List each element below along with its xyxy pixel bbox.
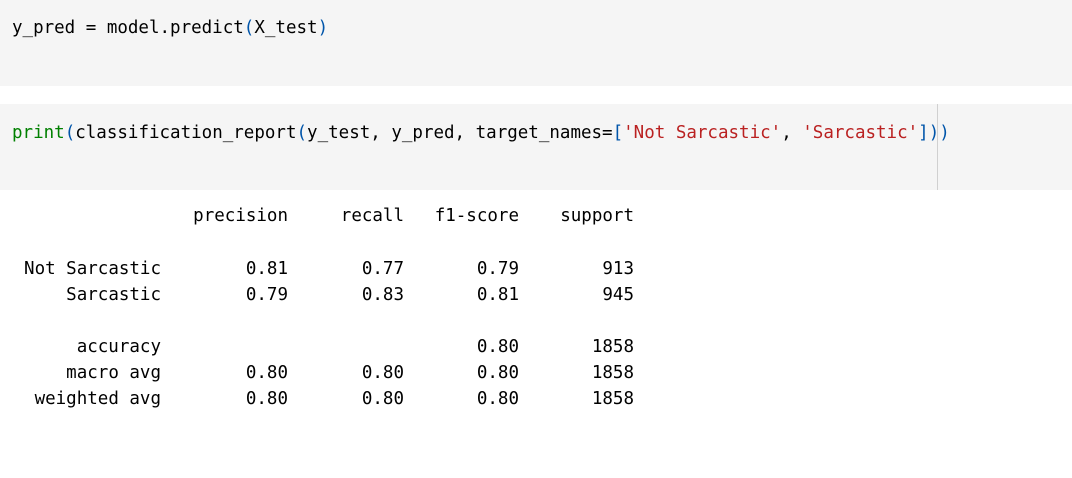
row-precision: 0.81 (245, 259, 288, 279)
code-token: ( (296, 123, 308, 143)
row-support: 1858 (591, 389, 634, 409)
text-cursor (937, 104, 938, 190)
row-f1: 0.81 (476, 285, 519, 305)
row-label: weighted avg (34, 389, 161, 409)
code-token: [ (612, 123, 624, 143)
header-f1: f1-score (434, 206, 519, 226)
code-line-report[interactable]: print(classification_report(y_test, y_pr… (12, 122, 950, 144)
row-support: 1858 (591, 363, 634, 383)
code-cell-predict[interactable] (0, 0, 1072, 86)
row-recall: 0.80 (361, 363, 404, 383)
report-row: macro avg 0.80 0.80 0.80 1858 (0, 361, 634, 385)
report-row: Not Sarcastic 0.81 0.77 0.79 913 (0, 257, 634, 281)
report-row: weighted avg 0.80 0.80 0.80 1858 (0, 387, 634, 411)
row-label: Not Sarcastic (24, 259, 161, 279)
code-line-predict[interactable]: y_pred = model.predict(X_test) (12, 17, 328, 39)
row-label: accuracy (76, 337, 161, 357)
row-recall: 0.80 (361, 389, 404, 409)
row-f1: 0.79 (476, 259, 519, 279)
code-token: 'Sarcastic' (802, 123, 919, 143)
row-recall: 0.77 (361, 259, 404, 279)
cell-output: precision recall f1-score support Not Sa… (0, 196, 1072, 478)
report-row: Sarcastic 0.79 0.83 0.81 945 (0, 283, 634, 307)
code-token: ( (64, 123, 76, 143)
code-token: ] (918, 123, 929, 143)
header-recall: recall (340, 206, 404, 226)
header-support: support (560, 206, 634, 226)
code-token: y_pred = model.predict (12, 18, 244, 38)
code-token: )) (928, 123, 950, 143)
code-token: print (12, 123, 65, 143)
row-f1: 0.80 (476, 389, 519, 409)
code-token: ( (243, 18, 255, 38)
code-token: ) (317, 18, 329, 38)
header-precision: precision (193, 206, 288, 226)
code-token: y_test, y_pred, target_names= (307, 123, 613, 143)
code-token: , (781, 123, 803, 143)
code-token: 'Not Sarcastic' (623, 123, 782, 143)
row-precision: 0.80 (245, 389, 288, 409)
code-token: X_test (254, 18, 318, 38)
row-support: 913 (602, 259, 634, 279)
row-precision: 0.80 (245, 363, 288, 383)
row-support: 1858 (591, 337, 634, 357)
report-row: accuracy 0.80 1858 (0, 335, 634, 359)
row-recall: 0.83 (361, 285, 404, 305)
row-f1: 0.80 (476, 363, 519, 383)
row-precision: 0.79 (245, 285, 288, 305)
code-token: classification_report (75, 123, 297, 143)
row-support: 945 (602, 285, 634, 305)
row-label: macro avg (66, 363, 161, 383)
code-cell-report[interactable] (0, 104, 1072, 190)
row-f1: 0.80 (476, 337, 519, 357)
report-header-row: precision recall f1-score support (0, 204, 634, 228)
row-label: Sarcastic (66, 285, 161, 305)
